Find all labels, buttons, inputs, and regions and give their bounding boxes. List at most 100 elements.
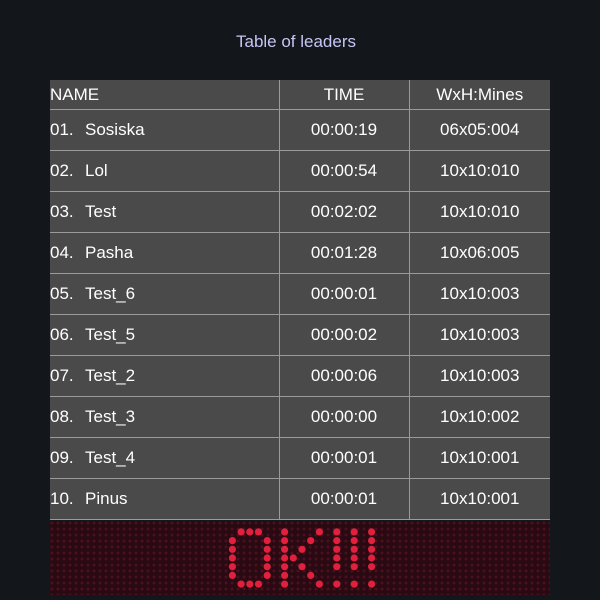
- player-cell: 09. Test_4: [50, 437, 280, 479]
- table-header-row: NAME TIME WxH:Mines: [50, 80, 550, 110]
- lcd-dot: [368, 545, 376, 553]
- player-cell: 05. Test_6: [50, 273, 280, 315]
- player-name: Pasha: [85, 243, 134, 262]
- column-header-time: TIME: [278, 80, 410, 110]
- lcd-dot: [254, 580, 263, 588]
- lcd-dot: [350, 563, 358, 571]
- lcd-dot: [307, 571, 315, 579]
- dimensions-cell: 10x10:003: [408, 273, 550, 315]
- lcd-dot: [281, 545, 289, 553]
- time-cell: 00:01:28: [278, 232, 410, 274]
- dimensions-cell: 06x05:004: [408, 109, 550, 151]
- lcd-dot: [333, 563, 341, 571]
- lcd-dot: [263, 545, 271, 553]
- table-row: 02. Lol 00:00:54 10x10:010: [50, 150, 550, 192]
- ok-dot-matrix-label: [228, 528, 376, 588]
- lcd-dot: [350, 545, 358, 553]
- ok-button[interactable]: [50, 521, 550, 595]
- player-cell: 01. Sosiska: [50, 109, 280, 151]
- leaderboard-screen: Table of leaders NAME TIME WxH:Mines 01.…: [0, 0, 600, 600]
- lcd-dot: [333, 537, 341, 545]
- lcd-dot: [263, 571, 271, 579]
- lcd-dot: [254, 528, 263, 536]
- lcd-dot: [246, 580, 254, 588]
- rank-label: 07.: [50, 366, 74, 385]
- leaders-table: NAME TIME WxH:Mines 01. Sosiska 00:00:19 …: [50, 80, 550, 520]
- column-header-dimensions: WxH:Mines: [408, 80, 550, 110]
- time-cell: 00:00:02: [278, 314, 410, 356]
- lcd-dot: [237, 528, 245, 536]
- lcd-dot: [333, 580, 341, 588]
- lcd-dot: [263, 537, 271, 545]
- player-cell: 10. Pinus: [50, 478, 280, 520]
- time-cell: 00:00:01: [278, 437, 410, 479]
- time-cell: 00:00:06: [278, 355, 410, 397]
- time-cell: 00:00:01: [278, 478, 410, 520]
- lcd-dot: [263, 554, 271, 562]
- player-name: Test: [85, 202, 117, 221]
- time-cell: 00:00:01: [278, 273, 410, 315]
- player-cell: 04. Pasha: [50, 232, 280, 274]
- table-row: 04. Pasha 00:01:28 10x06:005: [50, 232, 550, 274]
- lcd-dot: [368, 563, 376, 571]
- player-cell: 07. Test_2: [50, 355, 280, 397]
- lcd-dot: [246, 528, 254, 536]
- rank-label: 09.: [50, 448, 74, 467]
- player-name: Sosiska: [85, 120, 145, 139]
- table-row: 05. Test_6 00:00:01 10x10:003: [50, 273, 550, 315]
- lcd-dot: [228, 563, 236, 571]
- table-row: 09. Test_4 00:00:01 10x10:001: [50, 437, 550, 479]
- lcd-dot: [350, 580, 358, 588]
- time-cell: 00:00:00: [278, 396, 410, 438]
- player-name: Test_2: [85, 366, 136, 385]
- lcd-dot: [281, 571, 289, 579]
- column-header-name: NAME: [50, 80, 280, 110]
- lcd-dot: [333, 528, 341, 536]
- player-cell: 02. Lol: [50, 150, 280, 192]
- lcd-dot: [298, 563, 306, 571]
- player-name: Lol: [85, 161, 108, 180]
- lcd-dot: [281, 563, 289, 571]
- dimensions-cell: 10x10:002: [408, 396, 550, 438]
- rank-label: 08.: [50, 407, 74, 426]
- rank-label: 03.: [50, 202, 74, 221]
- table-row: 03. Test 00:02:02 10x10:010: [50, 191, 550, 233]
- time-cell: 00:00:54: [278, 150, 410, 192]
- lcd-dot: [228, 554, 236, 562]
- table-row: 06. Test_5 00:00:02 10x10:003: [50, 314, 550, 356]
- lcd-dot: [315, 528, 323, 536]
- lcd-dot: [263, 563, 271, 571]
- page-title: Table of leaders: [235, 32, 357, 51]
- dimensions-cell: 10x10:001: [408, 478, 550, 520]
- lcd-dot: [281, 554, 289, 562]
- dimensions-cell: 10x10:003: [408, 355, 550, 397]
- lcd-dot: [350, 554, 358, 562]
- lcd-dot: [333, 554, 341, 562]
- lcd-dot: [350, 537, 358, 545]
- rank-label: 02.: [50, 161, 74, 180]
- dimensions-cell: 10x10:010: [408, 191, 550, 233]
- lcd-dot: [281, 537, 289, 545]
- rank-label: 10.: [50, 489, 74, 508]
- lcd-dot: [228, 571, 236, 579]
- dimensions-cell: 10x10:003: [408, 314, 550, 356]
- lcd-dot: [281, 528, 289, 536]
- lcd-dot: [368, 537, 376, 545]
- table-row: 08. Test_3 00:00:00 10x10:002: [50, 396, 550, 438]
- table-row: 07. Test_2 00:00:06 10x10:003: [50, 355, 550, 397]
- lcd-dot: [289, 554, 297, 562]
- lcd-dot: [237, 580, 245, 588]
- lcd-dot: [350, 528, 358, 536]
- lcd-dot: [368, 528, 376, 536]
- dimensions-cell: 10x10:010: [408, 150, 550, 192]
- lcd-dot: [307, 537, 315, 545]
- dimensions-cell: 10x06:005: [408, 232, 550, 274]
- player-cell: 08. Test_3: [50, 396, 280, 438]
- rank-label: 04.: [50, 243, 74, 262]
- lcd-dot: [281, 580, 289, 588]
- player-name: Pinus: [85, 489, 128, 508]
- lcd-dot: [368, 580, 376, 588]
- time-cell: 00:02:02: [278, 191, 410, 233]
- lcd-dot: [368, 554, 376, 562]
- player-name: Test_6: [85, 284, 136, 303]
